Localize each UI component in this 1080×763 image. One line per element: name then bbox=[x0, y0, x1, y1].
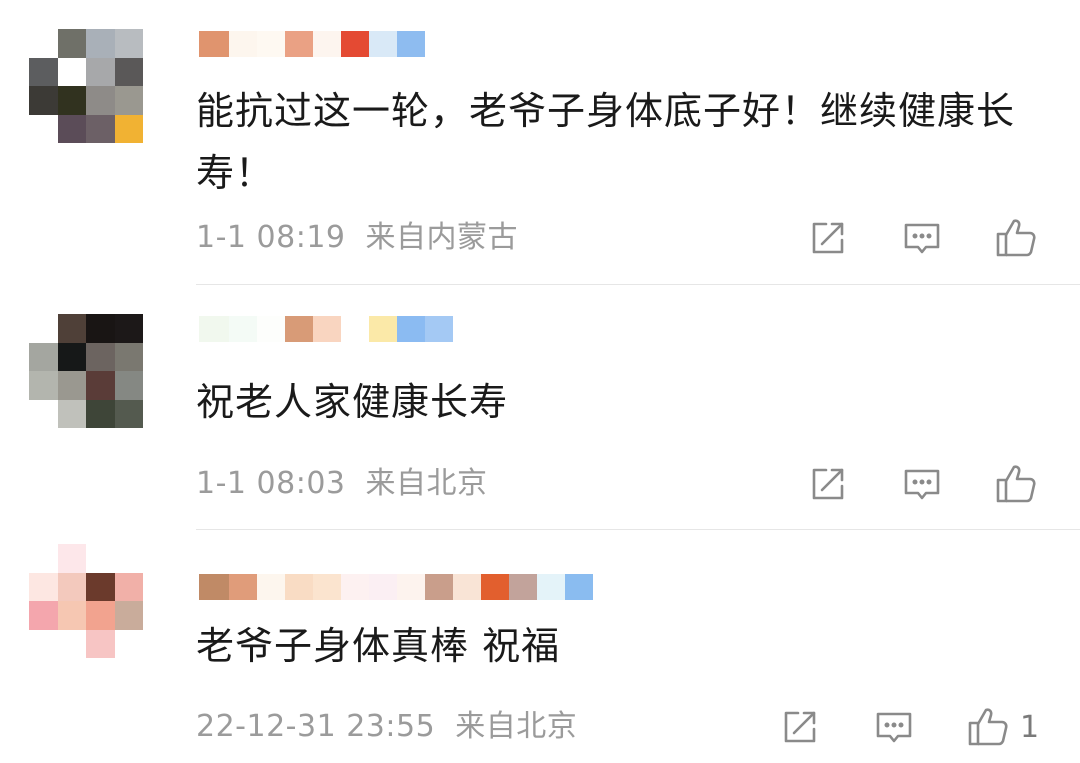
avatar[interactable] bbox=[29, 314, 143, 428]
comment-actions bbox=[0, 462, 1080, 506]
share-button[interactable] bbox=[808, 462, 848, 506]
like-button[interactable]: 1 bbox=[966, 705, 1039, 749]
share-icon bbox=[784, 711, 816, 743]
comment-item: 老爷子身体真棒 祝福 22-12-31 23:55 来自北京 1 bbox=[0, 530, 1080, 763]
comment-icon bbox=[904, 223, 940, 254]
avatar[interactable] bbox=[29, 544, 143, 658]
like-button[interactable] bbox=[994, 216, 1048, 260]
comment-actions bbox=[0, 216, 1080, 260]
username-redacted[interactable] bbox=[199, 30, 425, 58]
thumbs-up-icon bbox=[968, 708, 1008, 746]
like-count: 1 bbox=[1020, 709, 1040, 745]
share-icon bbox=[812, 222, 844, 254]
comment-item: 能抗过这一轮，老爷子身体底子好！继续健康长寿！ 1-1 08:19 来自内蒙古 bbox=[0, 0, 1080, 285]
reply-button[interactable] bbox=[902, 462, 942, 506]
comment-icon bbox=[904, 469, 940, 500]
thumbs-up-icon bbox=[996, 219, 1036, 257]
share-button[interactable] bbox=[780, 705, 820, 749]
comment-icon bbox=[876, 712, 912, 743]
username-redacted[interactable] bbox=[199, 315, 453, 343]
like-button[interactable] bbox=[994, 462, 1048, 506]
reply-button[interactable] bbox=[874, 705, 914, 749]
username-redacted[interactable] bbox=[199, 573, 593, 601]
comment-text: 能抗过这一轮，老爷子身体底子好！继续健康长寿！ bbox=[196, 89, 1016, 195]
comment-text: 老爷子身体真棒 祝福 bbox=[196, 624, 561, 668]
share-icon bbox=[812, 468, 844, 500]
thumbs-up-icon bbox=[996, 465, 1036, 503]
reply-button[interactable] bbox=[902, 216, 942, 260]
comment-text: 祝老人家健康长寿 bbox=[196, 380, 509, 424]
comment-actions: 1 bbox=[0, 705, 1080, 749]
avatar[interactable] bbox=[29, 29, 143, 143]
share-button[interactable] bbox=[808, 216, 848, 260]
comment-item: 祝老人家健康长寿 1-1 08:03 来自北京 bbox=[0, 285, 1080, 530]
